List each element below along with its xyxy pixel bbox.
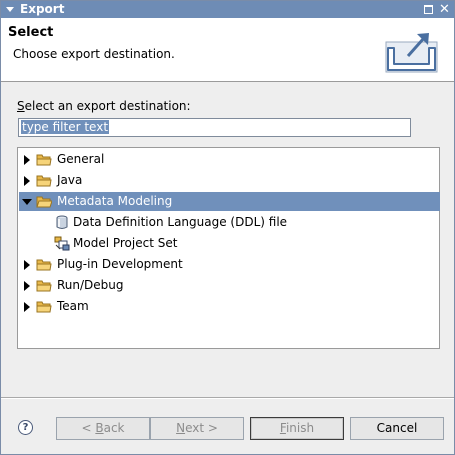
tree-item-model-project-set[interactable]: Model Project Set: [19, 234, 440, 253]
tree-item-metadata-modeling[interactable]: Metadata Modeling: [19, 192, 440, 211]
page-description: Choose export destination.: [13, 47, 175, 61]
tree-item-label: Metadata Modeling: [57, 194, 173, 208]
page-title: Select: [8, 25, 54, 40]
close-icon[interactable]: ✕: [438, 2, 451, 17]
tree-item-run-debug[interactable]: Run/Debug: [19, 276, 440, 295]
folder-icon: [36, 259, 52, 271]
tree-item-label: Data Definition Language (DDL) file: [73, 215, 288, 229]
cancel-button[interactable]: Cancel: [350, 417, 444, 440]
expand-arrow-icon[interactable]: [24, 302, 30, 312]
folder-icon: [36, 301, 52, 313]
filter-input[interactable]: type filter text: [18, 118, 411, 137]
title-bar: Export ✕: [1, 1, 454, 18]
tree-item-label: Team: [57, 299, 89, 313]
destination-tree[interactable]: General Java Metadata Modeling Data Defi…: [17, 147, 440, 349]
export-wizard-icon: [385, 33, 438, 73]
tree-item-label: General: [57, 152, 105, 166]
tree-item-label: Model Project Set: [73, 236, 178, 250]
destination-label: Select an export destination:: [17, 99, 191, 113]
back-button[interactable]: < Back: [56, 417, 150, 440]
button-bar-separator: [1, 397, 454, 399]
folder-icon: [36, 154, 52, 166]
database-icon: [56, 215, 68, 229]
tree-item-plugin-development[interactable]: Plug-in Development: [19, 255, 440, 274]
finish-button[interactable]: Finish: [250, 417, 344, 440]
filter-input-value: type filter text: [21, 120, 110, 134]
tree-item-java[interactable]: Java: [19, 171, 440, 190]
export-dialog: Export ✕ Select Choose export destinatio…: [0, 0, 455, 455]
tree-item-label: Run/Debug: [57, 278, 124, 292]
wizard-banner: Select Choose export destination.: [1, 18, 454, 82]
window-menu-icon[interactable]: [6, 7, 14, 12]
tree-item-team[interactable]: Team: [19, 297, 440, 316]
expand-arrow-icon[interactable]: [24, 281, 30, 291]
window-title: Export: [20, 2, 65, 16]
expand-arrow-icon[interactable]: [24, 176, 30, 186]
expand-arrow-icon[interactable]: [24, 260, 30, 270]
collapse-arrow-icon[interactable]: [22, 199, 32, 205]
expand-arrow-icon[interactable]: [24, 155, 30, 165]
next-button[interactable]: Next >: [150, 417, 244, 440]
tree-item-label: Java: [57, 173, 83, 187]
tree-item-label: Plug-in Development: [57, 257, 183, 271]
help-icon[interactable]: ?: [18, 420, 33, 435]
folder-icon: [36, 280, 52, 292]
folder-open-icon: [36, 196, 52, 208]
tree-item-general[interactable]: General: [19, 150, 440, 169]
tree-item-ddl-file[interactable]: Data Definition Language (DDL) file: [19, 213, 440, 232]
maximize-icon[interactable]: [424, 5, 433, 14]
project-set-icon: [54, 236, 70, 251]
folder-icon: [36, 175, 52, 187]
